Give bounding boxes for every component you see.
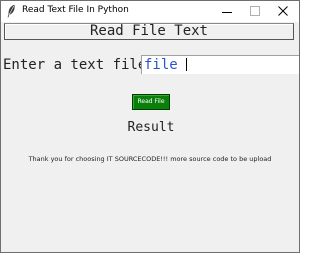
result-label: Result	[127, 120, 175, 135]
main-content: Read File Text Enter a text file Read Fi…	[1, 22, 299, 252]
page-title: Read File Text	[4, 23, 294, 40]
maximize-button[interactable]	[241, 1, 269, 22]
file-name-input[interactable]	[141, 55, 299, 74]
close-button[interactable]	[269, 1, 297, 22]
file-prompt-label: Enter a text file	[3, 57, 147, 73]
minimize-button[interactable]	[213, 1, 241, 22]
app-window: Read Text File In Python Read File Text …	[0, 0, 300, 253]
text-caret	[186, 58, 187, 71]
close-icon	[278, 6, 288, 16]
maximize-icon	[250, 6, 260, 16]
title-bar[interactable]: Read Text File In Python	[1, 1, 299, 22]
minimize-icon	[222, 12, 232, 13]
footer-message: Thank you for choosing IT SOURCECODE!!! …	[28, 155, 272, 163]
window-title: Read Text File In Python	[22, 5, 129, 15]
feather-icon	[6, 4, 16, 18]
read-file-button[interactable]: Read File	[132, 94, 170, 110]
